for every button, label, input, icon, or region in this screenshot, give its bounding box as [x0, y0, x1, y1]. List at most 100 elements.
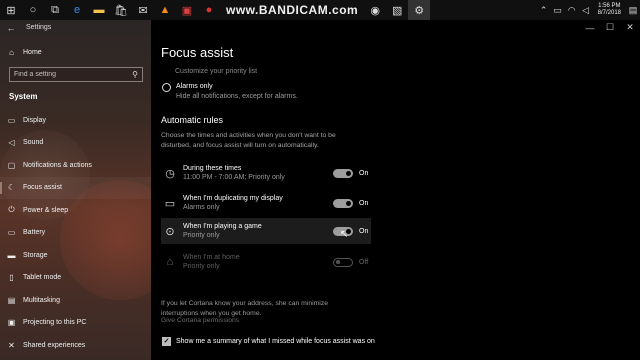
summary-checkbox[interactable]: ✓	[162, 337, 171, 346]
alarms-only-description: Hide all notifications, except for alarm…	[176, 93, 298, 100]
sidebar-item-multitasking[interactable]: ▤ Multitasking	[0, 289, 151, 312]
sidebar-item-shared-experiences[interactable]: ✕ Shared experiences	[0, 334, 151, 357]
home-label: Home	[23, 48, 42, 56]
sidebar-item-notifications[interactable]: ▢ Notifications & actions	[0, 154, 151, 177]
sidebar-item-projecting[interactable]: ▣ Projecting to this PC	[0, 312, 151, 335]
sidebar-item-focus-assist[interactable]: ☾ Focus assist	[0, 176, 151, 199]
sidebar-item-label: Battery	[23, 229, 46, 237]
clock[interactable]: 1:56 PM 8/7/2018	[593, 3, 626, 17]
edge-icon[interactable]: e	[66, 0, 88, 20]
nav-list: ▭ Display ◁ Sound ▢ Notifications & acti…	[0, 109, 151, 357]
rule-name: When I'm playing a game	[183, 223, 262, 230]
window-controls: — ☐ ✕	[580, 20, 640, 35]
home-icon: ⌂	[9, 47, 14, 57]
rule-texts: When I'm playing a game Priority only	[183, 222, 333, 240]
sidebar-item-tablet-mode[interactable]: ▯ Tablet mode	[0, 267, 151, 290]
title-row: ← Settings	[0, 20, 52, 35]
settings-gear-icon[interactable]: ⚙	[408, 0, 431, 20]
minimize-button[interactable]: —	[580, 20, 600, 35]
close-button[interactable]: ✕	[620, 20, 640, 35]
sidebar-item-label: Tablet mode	[23, 274, 62, 282]
sidebar-item-sound[interactable]: ◁ Sound	[0, 132, 151, 155]
sidebar-item-storage[interactable]: ▬ Storage	[0, 244, 151, 267]
alarms-only-radio[interactable]	[162, 83, 171, 92]
sidebar-item-display[interactable]: ▭ Display	[0, 109, 151, 132]
home-icon: ⌂	[166, 256, 174, 268]
mail-icon[interactable]: ✉	[132, 0, 154, 20]
task-view-icon[interactable]: ⧉	[44, 0, 66, 20]
network-icon[interactable]: ▭	[551, 0, 565, 20]
sidebar-item-power-sleep[interactable]: ⏻ Power & sleep	[0, 199, 151, 222]
rule-sub: 11:00 PM - 7:00 AM; Priority only	[183, 174, 285, 181]
media-icon[interactable]: ◉	[364, 0, 386, 20]
clock-date: 8/7/2018	[597, 10, 621, 16]
cortana-permissions-link[interactable]: Give Cortana permissions	[161, 317, 239, 324]
notifications-icon: ▢	[7, 160, 16, 170]
mouse-cursor-icon: ↖	[340, 229, 349, 240]
rule-toggle-state: On	[359, 199, 369, 207]
sidebar-item-label: Shared experiences	[23, 341, 86, 349]
rule-name: When I'm duplicating my display	[183, 195, 283, 202]
file-explorer-icon[interactable]: ▬	[88, 0, 110, 20]
multitasking-icon: ▤	[7, 295, 16, 305]
rule-name: When I'm at home	[183, 254, 240, 261]
sidebar-item-label: Multitasking	[23, 296, 60, 304]
rule-toggle[interactable]	[333, 168, 353, 178]
vlc-icon[interactable]: ▲	[154, 0, 176, 20]
power-icon: ⏻	[8, 205, 15, 215]
capture-icon[interactable]: ▧	[386, 0, 408, 20]
sidebar-item-label: Display	[23, 116, 46, 124]
rule-texts: When I'm at home Priority only	[183, 253, 333, 271]
shared-icon: ✕	[8, 340, 15, 350]
rule-toggle[interactable]	[333, 257, 353, 267]
sidebar-item-label: Notifications & actions	[23, 161, 92, 169]
search-input[interactable]	[10, 71, 128, 78]
rule-toggle-state: Off	[359, 258, 369, 266]
clock-icon: ◷	[165, 167, 175, 180]
taskbar: ⊞ ○ ⧉ e ▬ 🛍 ✉ ▲ ▣ ● www.BANDICAM.com ◉ ▧…	[0, 0, 640, 20]
search-circle-icon[interactable]: ○	[22, 0, 44, 20]
rule-sub: Priority only	[183, 263, 220, 270]
rule-during-these-times[interactable]: ◷ During these times 11:00 PM - 7:00 AM;…	[161, 160, 371, 186]
action-center-icon[interactable]: ▤	[626, 0, 640, 20]
battery-icon: ▭	[7, 228, 16, 238]
sidebar-item-label: Sound	[23, 139, 44, 147]
rule-texts: During these times 11:00 PM - 7:00 AM; P…	[183, 164, 333, 182]
sidebar-item-label: Focus assist	[23, 184, 62, 192]
start-icon[interactable]: ⊞	[0, 0, 22, 20]
cortana-description: If you let Cortana know your address, sh…	[161, 300, 328, 317]
summary-option[interactable]: ✓ Show me a summary of what I missed whi…	[162, 337, 375, 346]
tablet-icon: ▯	[9, 273, 14, 283]
alarms-only-option[interactable]: Alarms only Hide all notifications, exce…	[162, 82, 298, 102]
gamepad-icon: ⊙	[165, 225, 175, 238]
rule-toggle-state: On	[359, 169, 369, 177]
clock-time: 1:56 PM	[598, 3, 621, 9]
search-box[interactable]: ⚲	[9, 67, 143, 82]
maximize-button[interactable]: ☐	[600, 20, 620, 35]
store-icon[interactable]: 🛍	[110, 0, 132, 20]
sidebar-item-battery[interactable]: ▭ Battery	[0, 222, 151, 245]
display-icon: ▭	[7, 115, 16, 125]
chevron-up-icon[interactable]: ⌃	[537, 0, 551, 20]
rule-toggle[interactable]	[333, 198, 353, 208]
rule-sub: Alarms only	[183, 204, 220, 211]
volume-icon[interactable]: ◁	[579, 0, 593, 20]
wifi-icon[interactable]: ◠	[565, 0, 579, 20]
rule-duplicating-display[interactable]: ▭ When I'm duplicating my display Alarms…	[161, 190, 371, 216]
monitor-icon: ▭	[164, 197, 176, 210]
app-icon[interactable]: ▣	[176, 0, 198, 20]
back-arrow-icon[interactable]: ←	[2, 23, 20, 33]
record-icon[interactable]: ●	[198, 0, 220, 20]
home-item[interactable]: ⌂ Home	[0, 45, 151, 59]
summary-label: Show me a summary of what I missed while…	[176, 338, 375, 345]
rule-at-home[interactable]: ⌂ When I'm at home Priority only Off	[161, 249, 371, 275]
automatic-rules-heading: Automatic rules	[161, 115, 224, 125]
sidebar-item-label: Storage	[23, 251, 48, 259]
storage-icon: ▬	[7, 250, 16, 260]
system-tray: ⌃ ▭ ◠ ◁ 1:56 PM 8/7/2018 ▤	[537, 0, 640, 20]
search-icon: ⚲	[132, 70, 138, 79]
sound-icon: ◁	[8, 138, 15, 148]
rule-texts: When I'm duplicating my display Alarms o…	[183, 194, 333, 212]
sidebar-item-label: Power & sleep	[23, 206, 69, 214]
alarms-only-label: Alarms only	[176, 83, 213, 90]
